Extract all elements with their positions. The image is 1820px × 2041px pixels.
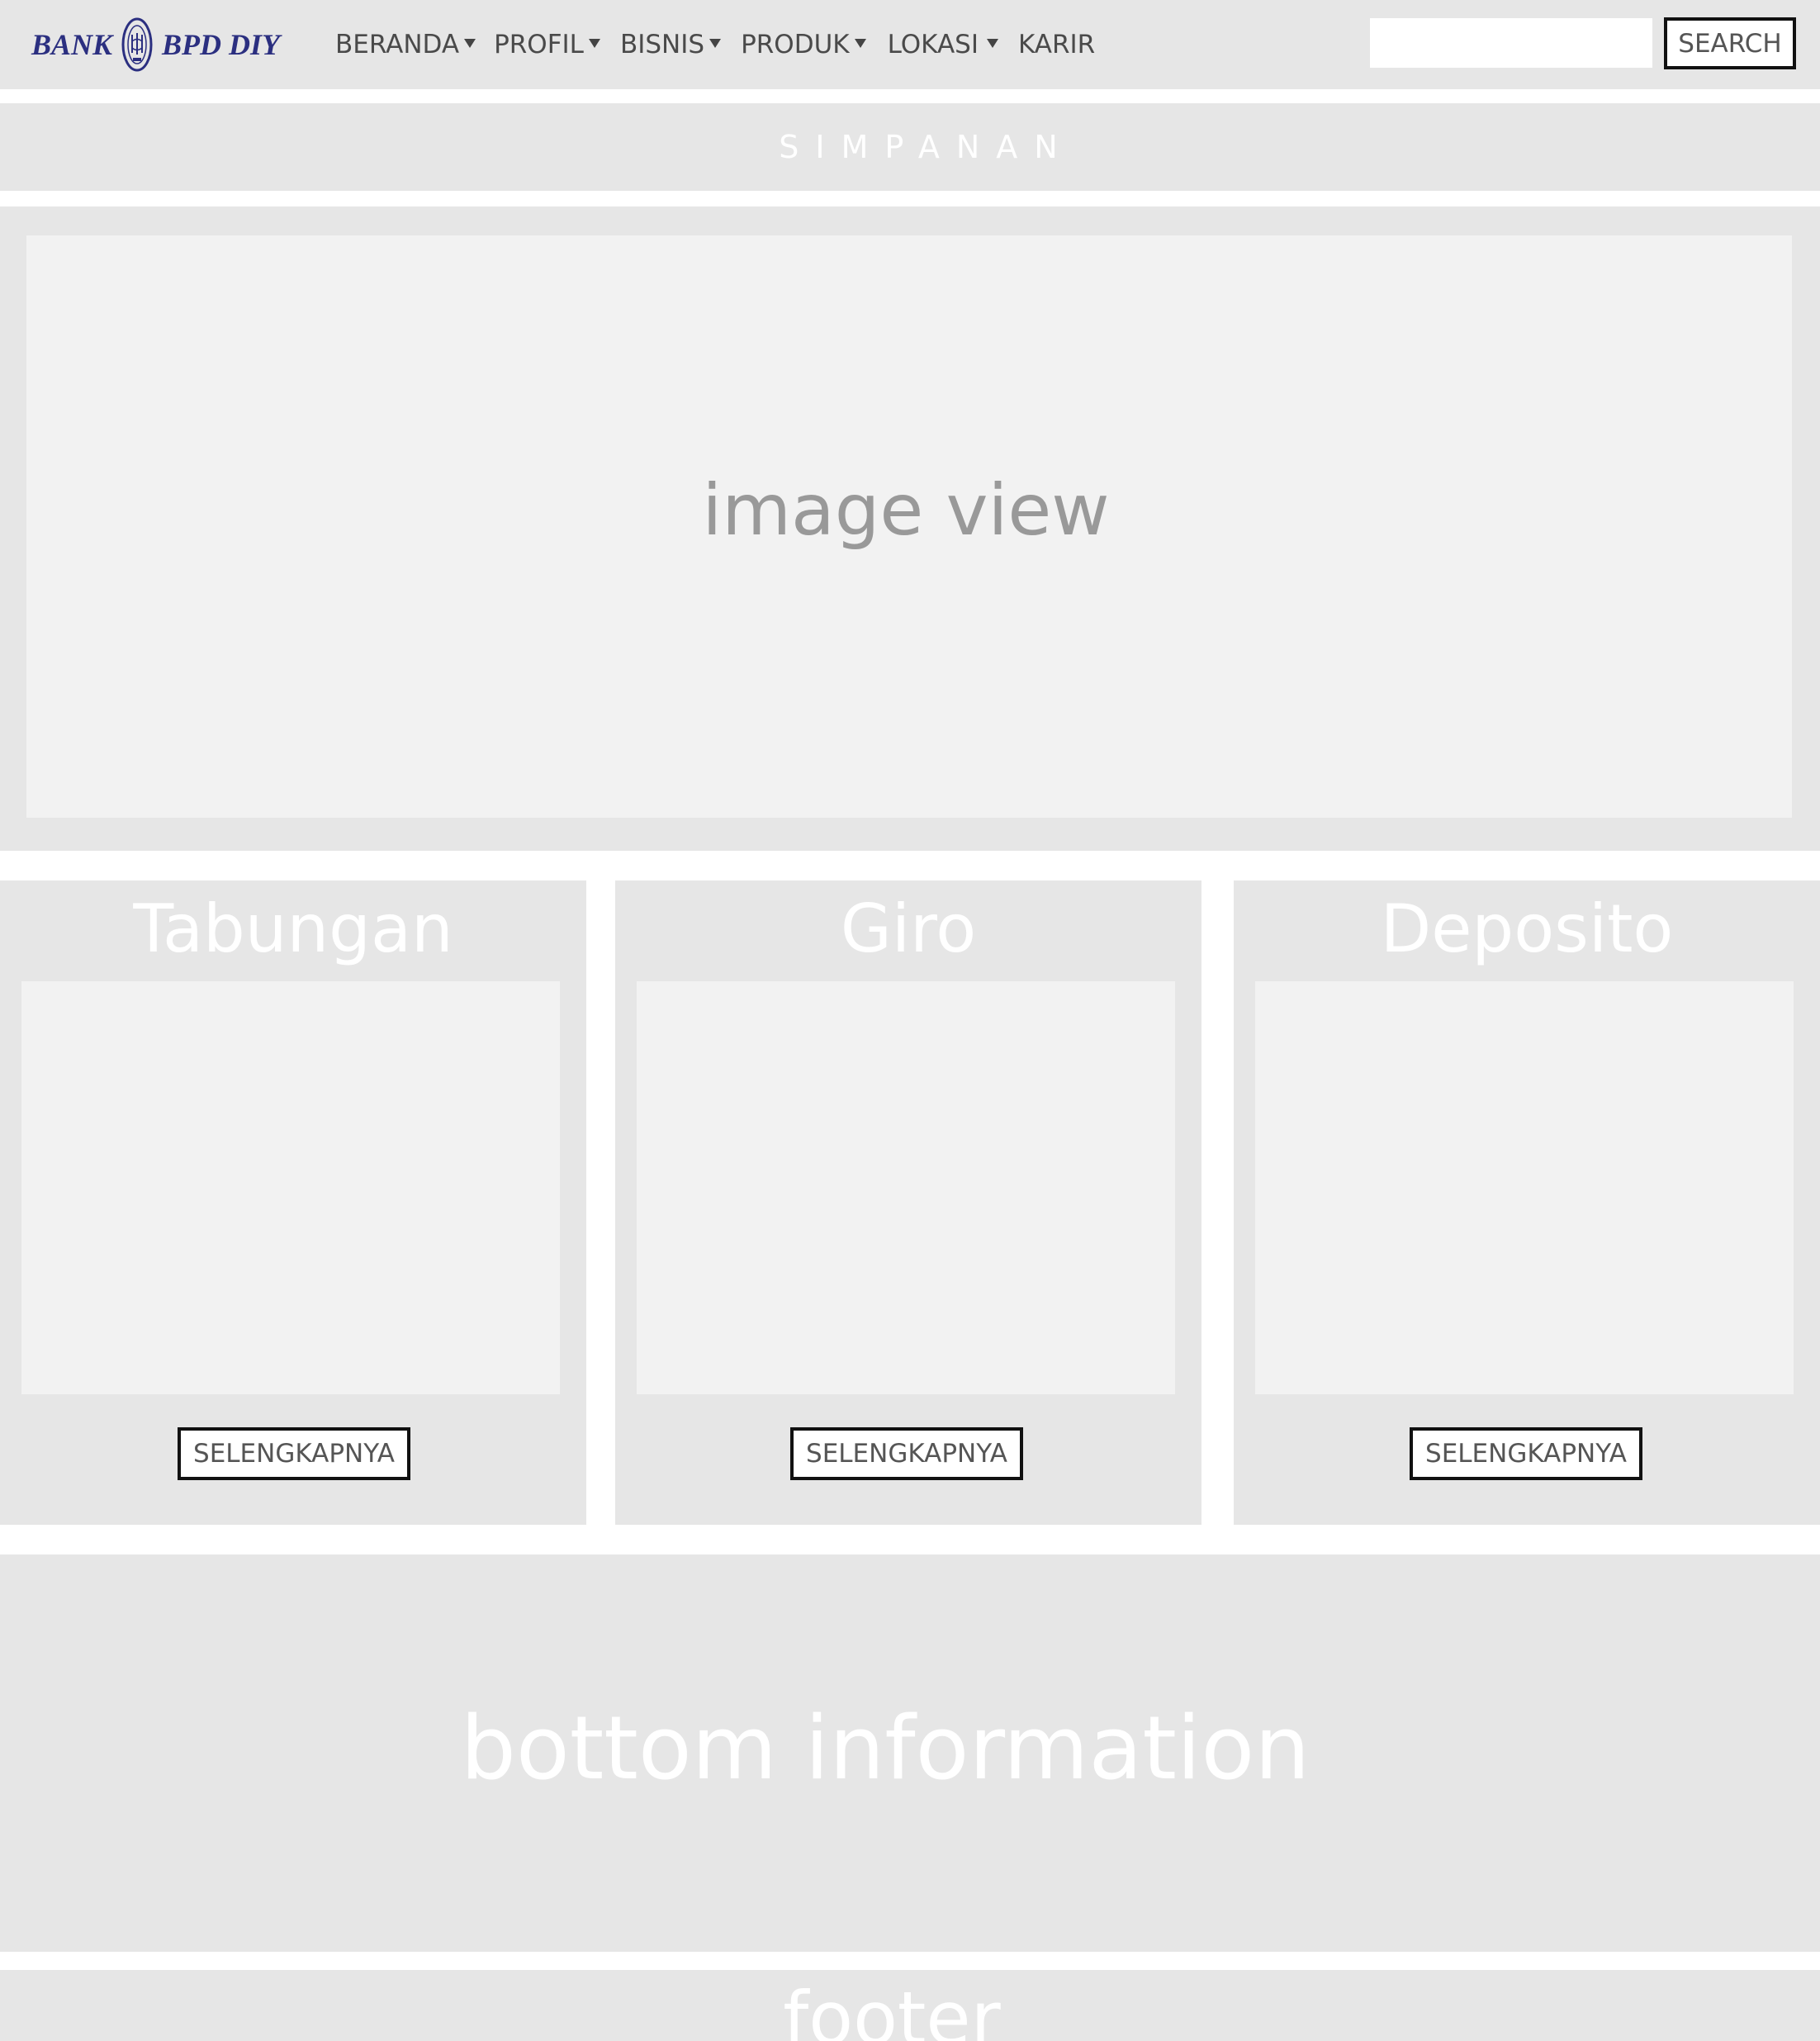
caret-down-icon: [709, 38, 722, 48]
product-card-deposito: Deposito SELENGKAPNYA: [1234, 880, 1820, 1525]
hero-placeholder-text: image view: [702, 468, 1110, 552]
product-card-tabungan: Tabungan SELENGKAPNYA: [0, 880, 586, 1525]
brand-right-text: BPD DIY: [162, 28, 281, 61]
caret-down-icon: [588, 38, 600, 48]
nav-item-label: BERANDA: [335, 30, 460, 59]
brand-logo[interactable]: BANK BPD DIY: [31, 15, 280, 74]
card-title: Giro: [840, 890, 977, 967]
hero-image-placeholder: image view: [26, 235, 1792, 818]
caret-down-icon: [854, 38, 866, 48]
search-button[interactable]: SEARCH: [1664, 17, 1796, 69]
nav-menu: BERANDA PROFIL BISNIS PRODUK LOKASI KARI…: [335, 0, 1095, 89]
card-title: Deposito: [1380, 890, 1674, 967]
caret-down-icon: [464, 38, 476, 48]
page-title: SIMPANAN: [779, 129, 1074, 165]
navbar: BANK BPD DIY BERANDA PROFIL BISNIS PRODU…: [0, 0, 1820, 89]
selengkapnya-button[interactable]: SELENGKAPNYA: [178, 1427, 410, 1480]
nav-item-profil[interactable]: PROFIL: [494, 30, 600, 59]
hero-section: image view: [0, 206, 1820, 851]
nav-item-karir[interactable]: KARIR: [1018, 30, 1095, 59]
card-image-placeholder: [1255, 981, 1794, 1394]
selengkapnya-button[interactable]: SELENGKAPNYA: [790, 1427, 1023, 1480]
nav-item-lokasi[interactable]: LOKASI: [888, 30, 998, 59]
nav-item-label: LOKASI: [887, 30, 979, 59]
brand-left-text: BANK: [31, 28, 113, 61]
nav-item-label: PROFIL: [494, 30, 584, 59]
footer: footer: [0, 1970, 1820, 2041]
bank-emblem-icon: [121, 17, 153, 72]
search-input[interactable]: [1370, 18, 1652, 68]
card-image-placeholder: [637, 981, 1175, 1394]
nav-item-produk[interactable]: PRODUK: [741, 30, 866, 59]
bottom-information-section: bottom information: [0, 1554, 1820, 1952]
selengkapnya-button[interactable]: SELENGKAPNYA: [1410, 1427, 1642, 1480]
footer-text: footer: [783, 1976, 1001, 2041]
nav-item-label: BISNIS: [619, 30, 705, 59]
nav-item-beranda[interactable]: BERANDA: [335, 30, 476, 59]
nav-item-label: KARIR: [1018, 30, 1096, 59]
nav-item-bisnis[interactable]: BISNIS: [619, 30, 722, 59]
page-title-band: SIMPANAN: [0, 103, 1820, 191]
product-card-giro: Giro SELENGKAPNYA: [615, 880, 1201, 1525]
nav-item-label: PRODUK: [741, 30, 850, 59]
caret-down-icon: [987, 38, 998, 48]
card-title: Tabungan: [133, 890, 453, 967]
page: BANK BPD DIY BERANDA PROFIL BISNIS PRODU…: [0, 0, 1820, 2041]
card-image-placeholder: [21, 981, 560, 1394]
bottom-information-text: bottom information: [460, 1697, 1310, 1799]
